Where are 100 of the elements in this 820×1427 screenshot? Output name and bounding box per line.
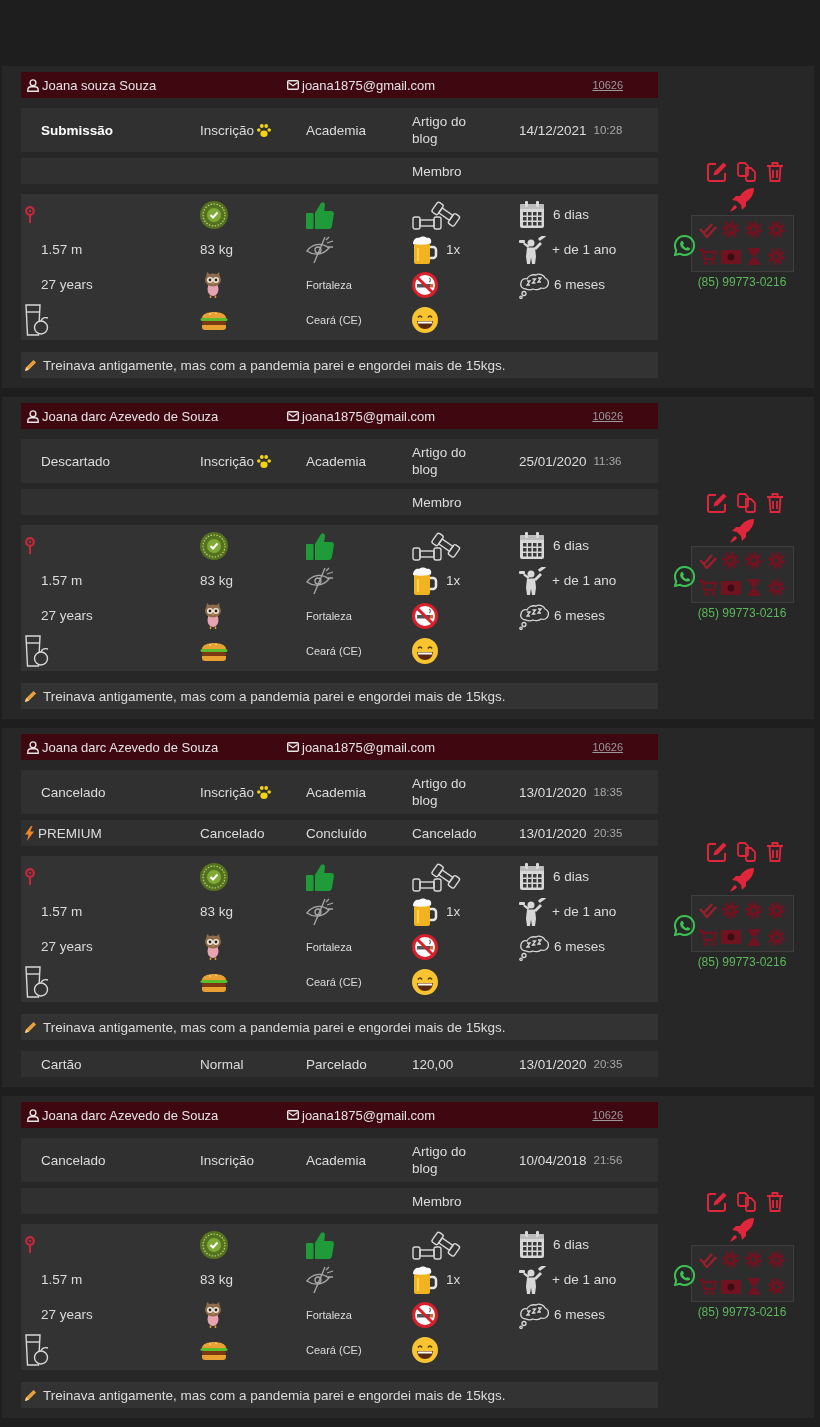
weightlifter-icon: [519, 235, 549, 264]
delete-icon[interactable]: [767, 1191, 783, 1212]
note-text: Treinava antigamente, mas com a pandemia parei e engordei mais de 15kgs.: [43, 688, 506, 704]
banknote-icon[interactable]: [720, 249, 741, 264]
cell-text: Academia: [306, 783, 367, 801]
mail-icon: [287, 411, 299, 421]
settings-icon[interactable]: [722, 221, 739, 238]
cell-text: Artigo do blog: [412, 1143, 468, 1177]
thumbs-up-icon: [306, 531, 334, 560]
edit-icon[interactable]: [707, 1191, 727, 1212]
delete-icon[interactable]: [767, 161, 783, 182]
sleep-text: 6 meses: [554, 608, 606, 623]
record-link[interactable]: 10626: [592, 79, 623, 91]
double-check-icon[interactable]: [698, 902, 717, 918]
settings-icon[interactable]: [722, 1251, 739, 1268]
note-text: Treinava antigamente, mas com a pandemia parei e engordei mais de 15kgs.: [43, 1387, 506, 1403]
date-text: 10/04/2018: [519, 1152, 587, 1168]
banknote-icon[interactable]: [720, 580, 741, 595]
dumbbells-icon: [412, 199, 462, 230]
no-smoking-icon: [412, 271, 438, 298]
banknote-icon[interactable]: [720, 930, 741, 944]
banknote-icon[interactable]: [720, 1279, 741, 1294]
cart-icon[interactable]: [698, 248, 717, 265]
cell-text: Inscrição: [200, 121, 255, 139]
settings-icon[interactable]: [768, 579, 785, 596]
settings-icon[interactable]: [768, 1278, 785, 1295]
cell-text: Artigo do blog: [412, 775, 468, 809]
calendar-icon: [519, 1230, 545, 1259]
settings-icon[interactable]: [768, 221, 785, 238]
weight-text: 83 kg: [200, 573, 234, 588]
edit-icon[interactable]: [707, 161, 727, 182]
phone-bubble-icon[interactable]: [673, 1264, 695, 1286]
hourglass-icon[interactable]: [747, 928, 760, 946]
phone-bubble-icon[interactable]: [673, 565, 695, 587]
settings-icon[interactable]: [745, 901, 762, 919]
note-text: Treinava antigamente, mas com a pandemia parei e engordei mais de 15kgs.: [43, 357, 506, 373]
hourglass-icon[interactable]: [747, 1278, 760, 1295]
dumbbells-icon: [412, 1229, 462, 1260]
rocket-icon[interactable]: [730, 187, 754, 212]
hourglass-icon[interactable]: [747, 248, 760, 265]
record-link[interactable]: 10626: [592, 410, 623, 422]
record-link[interactable]: 10626: [592, 1109, 623, 1121]
height-text: 1.57 m: [41, 904, 83, 919]
days-text: 6 dias: [553, 869, 590, 884]
rocket-icon[interactable]: [730, 518, 754, 543]
time-text: 20:35: [593, 1058, 623, 1070]
user-icon: [27, 78, 39, 92]
approved-seal-icon: [200, 531, 228, 560]
settings-icon[interactable]: [745, 1251, 762, 1268]
settings-icon[interactable]: [768, 928, 785, 946]
settings-icon[interactable]: [745, 221, 762, 238]
hourglass-icon[interactable]: [747, 579, 760, 596]
double-check-icon[interactable]: [698, 552, 717, 569]
note-text: Treinava antigamente, mas com a pandemia parei e engordei mais de 15kgs.: [43, 1019, 506, 1035]
days-text: 6 dias: [553, 1237, 590, 1252]
copy-icon[interactable]: [737, 161, 757, 182]
pin-icon: [25, 537, 35, 554]
crossed-eye-icon: [306, 1265, 334, 1294]
cart-icon[interactable]: [698, 928, 717, 946]
edit-icon[interactable]: [707, 492, 727, 513]
settings-icon[interactable]: [722, 901, 739, 919]
cell-text: Membro: [412, 1192, 462, 1210]
weightlifter-icon: [519, 897, 549, 926]
phone-bubble-icon[interactable]: [673, 234, 695, 256]
calendar-icon: [519, 200, 545, 229]
region-text: Ceará (CE): [306, 644, 362, 657]
edit-icon[interactable]: [707, 842, 727, 862]
dumbbells-icon: [412, 861, 462, 892]
copy-icon[interactable]: [737, 842, 757, 862]
beer-mug-icon: [412, 1265, 438, 1294]
cell-text: Cancelado: [200, 824, 265, 842]
experience-text: + de 1 ano: [552, 1272, 617, 1287]
settings-icon[interactable]: [768, 552, 785, 569]
beer-mug-icon: [412, 566, 438, 595]
owl-icon: [205, 1301, 221, 1328]
rocket-icon[interactable]: [730, 868, 754, 892]
delete-icon[interactable]: [767, 842, 783, 862]
beer-count-text: 1x: [446, 573, 461, 588]
rocket-icon[interactable]: [730, 1217, 754, 1242]
double-check-icon[interactable]: [698, 1251, 717, 1268]
settings-icon[interactable]: [768, 901, 785, 919]
settings-icon[interactable]: [722, 552, 739, 569]
record-link[interactable]: 10626: [592, 741, 623, 753]
phone-bubble-icon[interactable]: [673, 915, 695, 936]
copy-icon[interactable]: [737, 492, 757, 513]
no-smoking-icon: [412, 602, 438, 629]
settings-icon[interactable]: [768, 1251, 785, 1268]
settings-icon[interactable]: [745, 552, 762, 569]
sleep-text: 6 meses: [554, 1307, 606, 1322]
weight-text: 83 kg: [200, 904, 234, 919]
date-text: 14/12/2021: [519, 122, 587, 138]
cart-icon[interactable]: [698, 579, 717, 596]
cell-text: Inscrição: [200, 1151, 255, 1169]
cart-icon[interactable]: [698, 1278, 717, 1295]
city-text: Fortaleza: [306, 940, 352, 953]
copy-icon[interactable]: [737, 1191, 757, 1212]
cell-text: Inscrição: [200, 452, 255, 470]
double-check-icon[interactable]: [698, 221, 717, 238]
delete-icon[interactable]: [767, 492, 783, 513]
settings-icon[interactable]: [768, 248, 785, 265]
